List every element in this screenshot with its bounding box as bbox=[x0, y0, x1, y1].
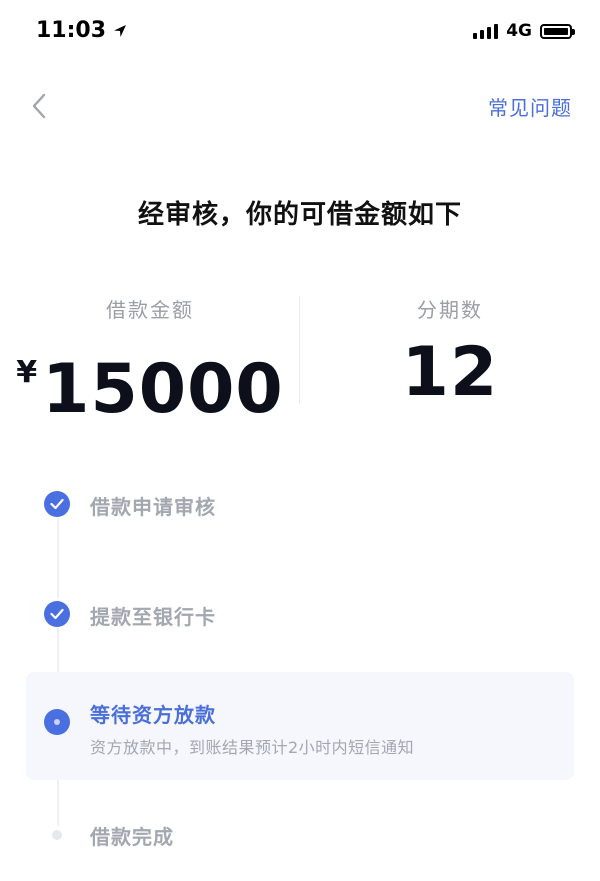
pending-dot-icon bbox=[52, 830, 62, 840]
loan-status-screen: 11:03 4G 常见问题 经审核，你的可借金额如下 借款金额 ¥15000 分… bbox=[0, 0, 600, 881]
status-time-group: 11:03 bbox=[36, 18, 128, 43]
amount-value-group: ¥15000 bbox=[0, 337, 300, 426]
step-label: 借款完成 bbox=[90, 825, 174, 849]
status-indicators: 4G bbox=[473, 21, 575, 41]
term-label: 分期数 bbox=[417, 298, 483, 322]
page-title: 经审核，你的可借金额如下 bbox=[137, 200, 462, 230]
term-section: 分期数 12 bbox=[300, 290, 600, 409]
timeline-line bbox=[57, 518, 59, 598]
term-value: 12 bbox=[401, 333, 499, 412]
battery-icon bbox=[540, 23, 575, 39]
faq-link[interactable]: 常见问题 bbox=[488, 92, 572, 121]
step-label: 借款申请审核 bbox=[90, 495, 216, 519]
nav-bar: 常见问题 bbox=[0, 80, 600, 132]
check-circle-icon bbox=[44, 491, 70, 517]
loan-summary: 借款金额 ¥15000 分期数 12 bbox=[0, 290, 600, 426]
timeline-line bbox=[57, 628, 59, 672]
chevron-left-icon bbox=[32, 93, 46, 119]
check-circle-icon bbox=[44, 601, 70, 627]
active-dot-icon bbox=[44, 709, 70, 735]
back-button[interactable] bbox=[24, 88, 56, 124]
status-bar: 11:03 4G bbox=[0, 0, 600, 64]
step-label: 提款至银行卡 bbox=[90, 605, 216, 629]
location-arrow-icon bbox=[114, 24, 127, 37]
status-time: 11:03 bbox=[36, 18, 107, 43]
amount-label: 借款金额 bbox=[106, 298, 194, 322]
signal-icon bbox=[473, 23, 499, 39]
step-description: 资方放款中，到账结果预计2小时内短信通知 bbox=[90, 738, 415, 757]
network-type: 4G bbox=[506, 21, 532, 41]
amount-section: 借款金额 ¥15000 bbox=[0, 290, 300, 426]
amount-value: 15000 bbox=[42, 350, 284, 429]
currency-symbol: ¥ bbox=[16, 355, 39, 390]
step-label: 等待资方放款 bbox=[90, 703, 216, 727]
timeline-line bbox=[57, 780, 59, 826]
